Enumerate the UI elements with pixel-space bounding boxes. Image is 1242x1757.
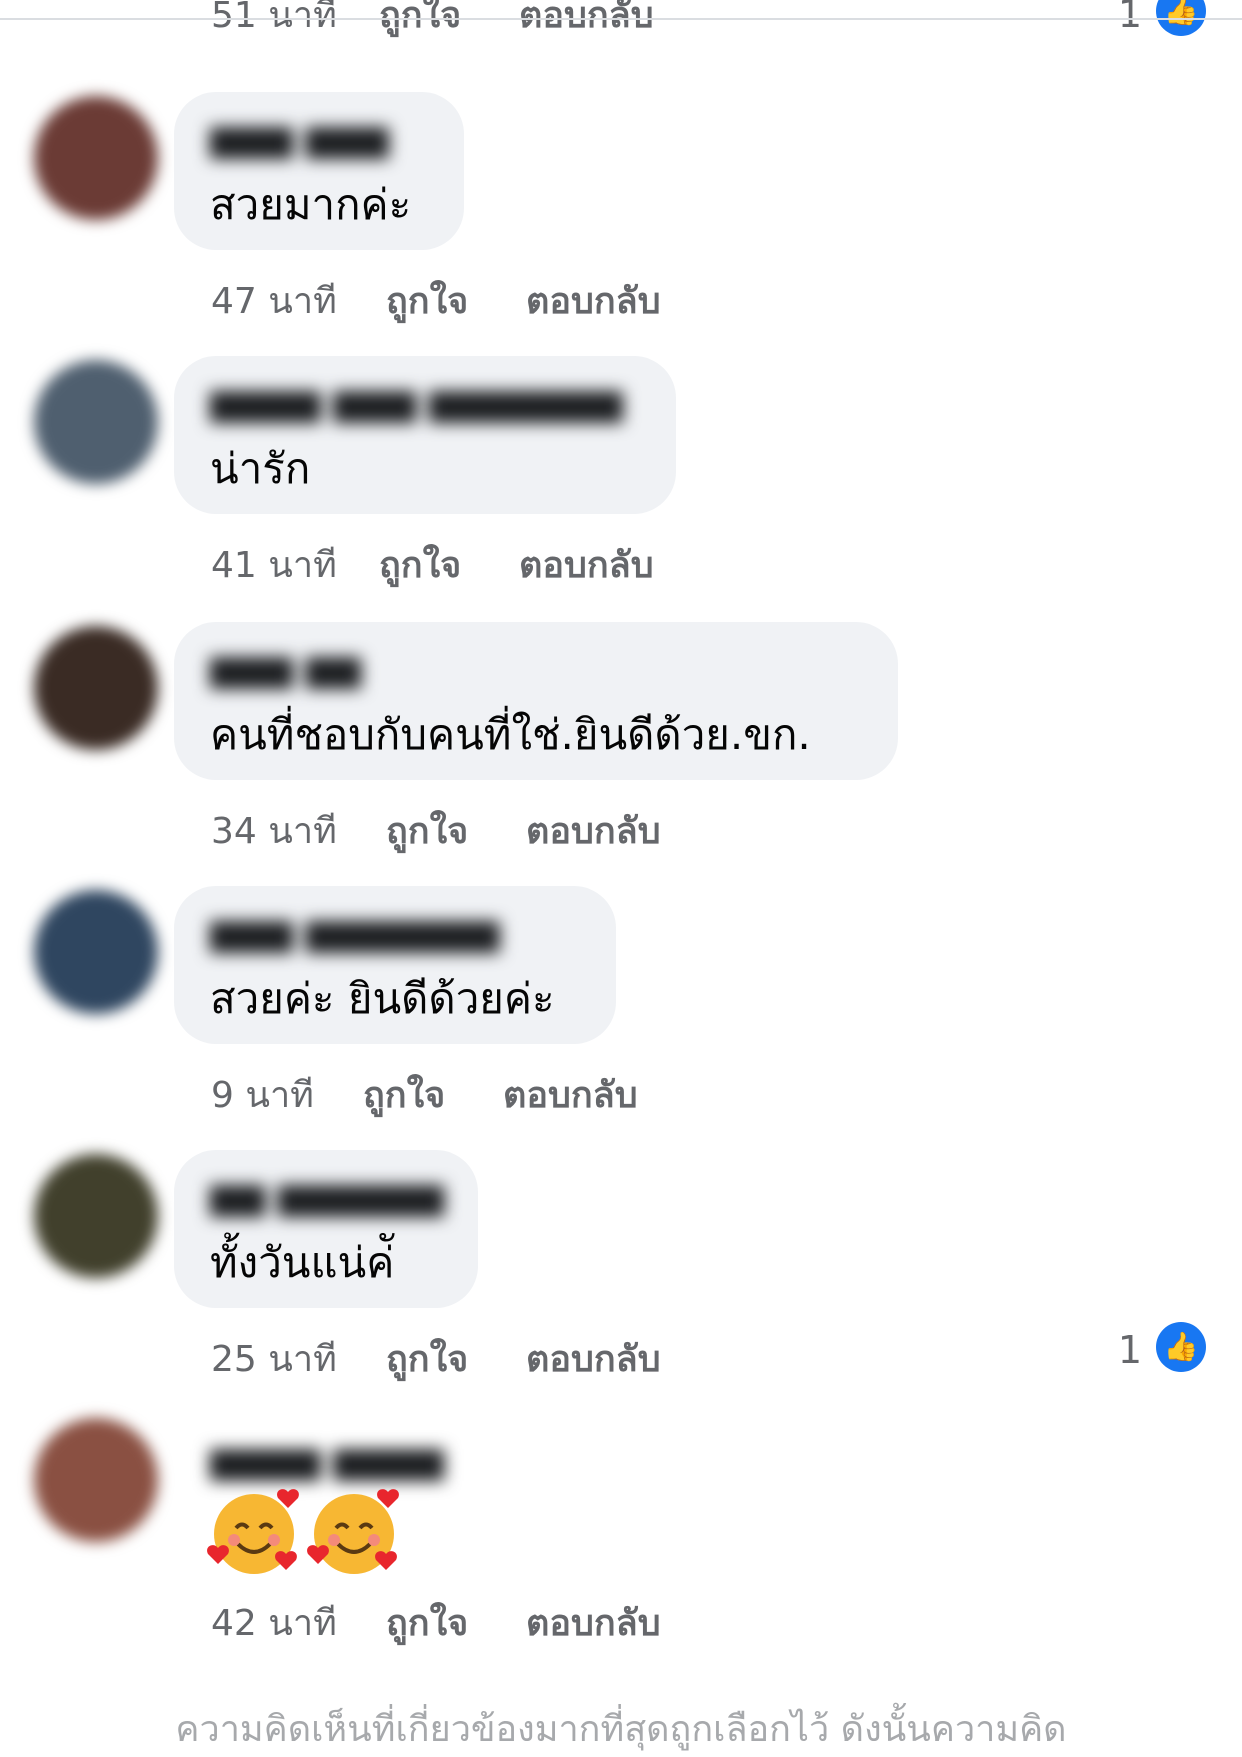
reply-link[interactable]: ตอบกลับ [526, 802, 661, 859]
author-name-redacted[interactable]: ▆▆▆ ▆▆▆▆▆▆▆ [210, 912, 499, 953]
comment-bubble: ▆▆▆ ▆▆ คนที่ชอบกับคนที่ใช่.ยินดีด้วย.ขก. [174, 622, 898, 780]
comment-text: คนที่ชอบกับคนที่ใช่.ยินดีด้วย.ขก. [210, 710, 811, 759]
smiling-face-with-hearts-icon [207, 1489, 299, 1574]
comment-bubble: ▆▆▆ ▆▆▆▆▆▆▆ สวยค่ะ ยินดีด้วยค่ะ [174, 886, 616, 1044]
reply-link[interactable]: ตอบกลับ [503, 1066, 638, 1123]
reply-link[interactable]: ตอบกลับ [526, 1330, 661, 1387]
comment-text: น่ารัก [210, 444, 311, 493]
like-link[interactable]: ถูกใจ [386, 802, 468, 859]
comment-time: 42 นาที [211, 1603, 337, 1644]
author-name-redacted[interactable]: ▆▆▆ ▆▆ [210, 648, 361, 689]
comment: ▆▆▆▆ ▆▆▆▆ 42 นาที ถูกใจ ตอบกลับ [0, 1414, 1242, 1679]
reply-link[interactable]: ตอบกลับ [519, 0, 654, 43]
like-link[interactable]: ถูกใจ [386, 272, 468, 329]
divider [0, 18, 1242, 20]
avatar[interactable] [34, 96, 158, 220]
comment: ▆▆▆ ▆▆▆ สวยมากค่ะ 47 นาที ถูกใจ ตอบกลับ [0, 92, 1242, 357]
like-link[interactable]: ถูกใจ [386, 1330, 468, 1387]
like-link[interactable]: ถูกใจ [386, 1594, 468, 1651]
comment: ▆▆▆ ▆▆ คนที่ชอบกับคนที่ใช่.ยินดีด้วย.ขก.… [0, 622, 1242, 887]
comment-text: ทั้งวันแน่ค่ั [210, 1238, 395, 1287]
reply-link[interactable]: ตอบกลับ [526, 1594, 661, 1651]
avatar[interactable] [34, 626, 158, 750]
comment-bubble: ▆▆▆ ▆▆▆ สวยมากค่ะ [174, 92, 464, 250]
avatar[interactable] [34, 360, 158, 484]
comment-time: 47 นาที [211, 281, 337, 322]
author-name-redacted[interactable]: ▆▆▆ ▆▆▆ [210, 118, 389, 159]
avatar[interactable] [34, 890, 158, 1014]
like-link[interactable]: ถูกใจ [379, 536, 461, 593]
comment-time: 41 นาที [211, 545, 337, 586]
author-name-redacted[interactable]: ▆▆ ▆▆▆▆▆▆ [210, 1176, 444, 1217]
author-name-redacted[interactable]: ▆▆▆▆ ▆▆▆ ▆▆▆▆▆▆▆ [210, 382, 623, 423]
comment-partial-top: 51 นาที ถูกใจ ตอบกลับ 1 👍 [0, 0, 1242, 46]
author-name-redacted[interactable]: ▆▆▆▆ ▆▆▆▆ [210, 1440, 444, 1481]
comment-bubble: ▆▆▆▆ ▆▆▆ ▆▆▆▆▆▆▆ น่ารัก [174, 356, 676, 514]
comment-bubble: ▆▆▆▆ ▆▆▆▆ [174, 1414, 474, 1574]
avatar[interactable] [34, 1154, 158, 1278]
reply-link[interactable]: ตอบกลับ [519, 536, 654, 593]
thumbs-up-icon: 👍 [1156, 1322, 1206, 1372]
comment-time: 34 นาที [211, 811, 337, 852]
avatar[interactable] [34, 1418, 158, 1542]
comment: ▆▆ ▆▆▆▆▆▆ ทั้งวันแน่ค่ั 25 นาที ถูกใจ ตอ… [0, 1150, 1242, 1415]
like-link[interactable]: ถูกใจ [363, 1066, 445, 1123]
comment: ▆▆▆▆ ▆▆▆ ▆▆▆▆▆▆▆ น่ารัก 41 นาที ถูกใจ ตอ… [0, 356, 1242, 621]
smiling-face-with-hearts-icon [307, 1489, 399, 1574]
comment: ▆▆▆ ▆▆▆▆▆▆▆ สวยค่ะ ยินดีด้วยค่ะ 9 นาที ถ… [0, 886, 1242, 1151]
relevance-note: ความคิดเห็นที่เกี่ยวข้องมากที่สุดถูกเลือ… [175, 1709, 1067, 1750]
reaction-count: 1 [1117, 1328, 1142, 1372]
comment-time: 9 นาที [211, 1075, 314, 1116]
comment-time: 25 นาที [211, 1339, 337, 1380]
comment-text: สวยค่ะ ยินดีด้วยค่ะ [210, 974, 555, 1023]
comment-bubble: ▆▆ ▆▆▆▆▆▆ ทั้งวันแน่ค่ั [174, 1150, 478, 1308]
comment-time: 51 นาที [211, 0, 337, 36]
comment-text: สวยมากค่ะ [210, 180, 412, 229]
like-link[interactable]: ถูกใจ [379, 0, 461, 43]
reply-link[interactable]: ตอบกลับ [526, 272, 661, 329]
